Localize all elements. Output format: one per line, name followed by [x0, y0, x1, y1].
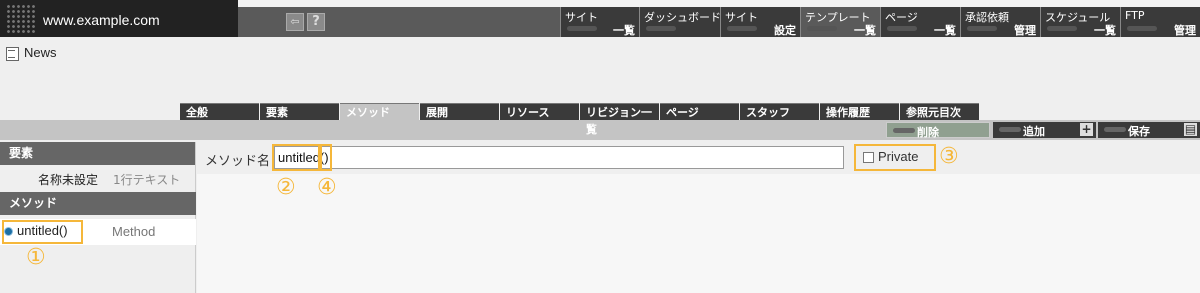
nav-dashboard[interactable]: ダッシュボード [639, 7, 721, 37]
site-host: www.example.com [43, 12, 160, 28]
tab-elements[interactable]: 要素 [260, 103, 339, 120]
tab-general[interactable]: 全般 [180, 103, 259, 120]
save-button[interactable]: 保存 ▤ [1098, 122, 1200, 138]
marker-3: ③ [939, 144, 959, 169]
tab-references[interactable]: 参照元目次 [900, 103, 979, 120]
highlight-box-4 [318, 144, 332, 171]
top-bar: www.example.com ⇦ ? サイト 一覧 ダッシュボード サイト 設… [0, 0, 1200, 37]
back-icon[interactable]: ⇦ [286, 13, 304, 31]
marker-1: ① [26, 245, 46, 270]
elements-header: 要素 [0, 142, 195, 165]
page-title-row: News [4, 45, 57, 61]
nav-site-settings[interactable]: サイト 設定 [720, 7, 800, 37]
save-disk-icon: ▤ [1184, 122, 1197, 136]
marker-2: ② [276, 175, 296, 200]
highlight-box-2 [272, 144, 322, 171]
method-name-label: メソッド名 [205, 154, 271, 169]
help-icon[interactable]: ? [307, 13, 325, 31]
method-name-input[interactable]: untitled() [274, 146, 844, 169]
nav-site-list[interactable]: サイト 一覧 [560, 7, 639, 37]
method-item-kind: Method [112, 224, 156, 239]
nav-template-list[interactable]: テンプレート 一覧 [800, 7, 880, 37]
nav-page-list[interactable]: ページ 一覧 [880, 7, 960, 37]
tab-bar: 全般 要素 メソッド 展開 リソース リビジョン一覧 ページ スタッフ 操作履歴… [180, 103, 980, 136]
tab-staff[interactable]: スタッフ [740, 103, 819, 120]
tab-methods[interactable]: メソッド [340, 103, 419, 120]
nav-schedule[interactable]: スケジュール 一覧 [1040, 7, 1120, 37]
method-editor: メソッド名 untitled() ② ④ Private ③ [197, 142, 1200, 293]
plus-icon: + [1080, 122, 1093, 136]
marker-4: ④ [317, 175, 337, 200]
tab-revisions[interactable]: リビジョン一覧 [580, 103, 659, 136]
nav-ftp[interactable]: FTP 管理 [1120, 7, 1200, 37]
sidebar: 要素 名称未設定 1行テキスト メソッド untitled() Method ① [0, 142, 196, 293]
add-button[interactable]: 追加 + [993, 122, 1096, 138]
logo-area: www.example.com [0, 0, 238, 37]
element-name[interactable]: 名称未設定 [38, 171, 98, 188]
nav-approval[interactable]: 承認依頼 管理 [960, 7, 1040, 37]
tab-deploy[interactable]: 展開 [420, 103, 499, 120]
page-title: News [24, 45, 57, 60]
tab-resources[interactable]: リソース [500, 103, 579, 120]
highlight-box-1 [2, 220, 83, 244]
main-nav: サイト 一覧 ダッシュボード サイト 設定 テンプレート 一覧 ページ 一覧 承… [560, 7, 1200, 37]
element-type: 1行テキスト [113, 173, 181, 187]
private-label: Private [878, 149, 919, 164]
tab-pages[interactable]: ページ [660, 103, 739, 120]
tab-history[interactable]: 操作履歴 [820, 103, 899, 120]
logo-icon [6, 4, 36, 34]
delete-button[interactable]: 削除 [886, 122, 990, 139]
private-checkbox[interactable] [863, 152, 874, 163]
document-icon [4, 46, 20, 61]
methods-header: メソッド [0, 192, 196, 215]
